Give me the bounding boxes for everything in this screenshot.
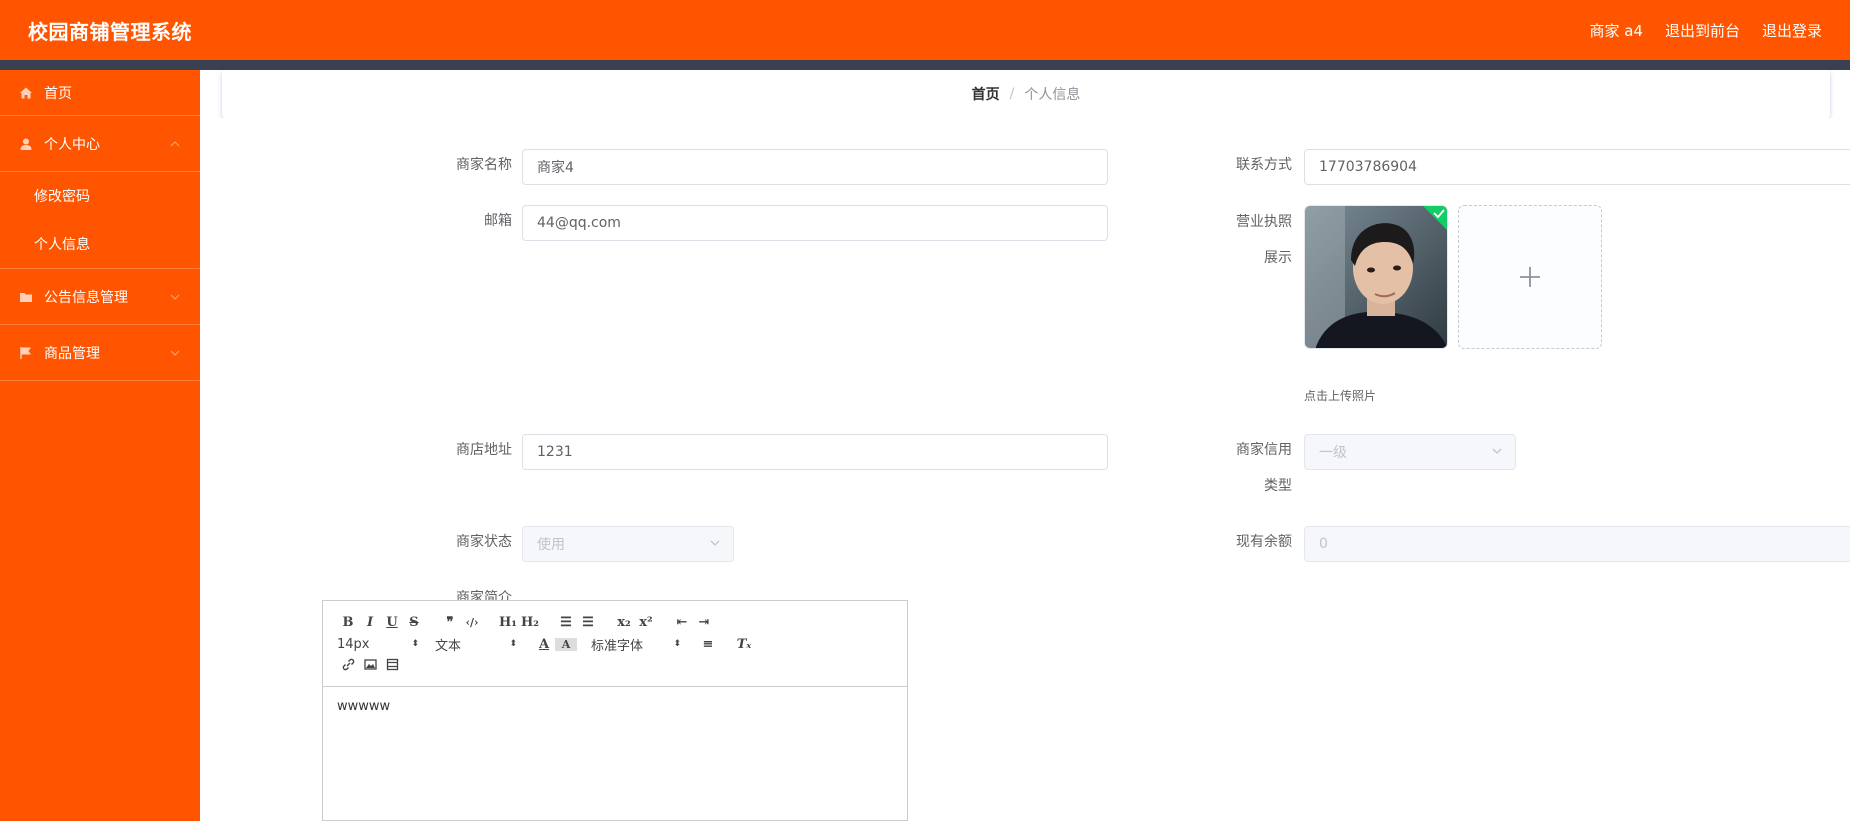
balance-value: 0 [1319,536,1328,552]
balance-input[interactable]: 0 [1304,526,1850,562]
contact-value: 17703786904 [1319,159,1417,175]
breadcrumb: 首页 / 个人信息 [222,70,1830,118]
clear-format-icon[interactable]: Tₓ [733,637,755,652]
address-value: 1231 [537,444,573,460]
back-to-front-link[interactable]: 退出到前台 [1665,20,1740,41]
indent-icon[interactable]: ⇥ [693,615,715,630]
code-icon[interactable]: ‹/› [461,616,483,629]
subscript-icon[interactable]: x₂ [613,615,635,630]
outdent-icon[interactable]: ⇤ [671,615,693,630]
bold-icon[interactable]: B [337,615,359,630]
shop-name-input[interactable]: 商家4 [522,149,1108,185]
credit-type-select[interactable]: 一级 [1304,434,1516,470]
ordered-list-icon[interactable]: ☰ [555,615,577,630]
sidebar-item-personal-center[interactable]: 个人中心 [0,116,200,172]
select-arrows-icon: ⬍ [509,639,517,649]
select-arrows-icon: ⬍ [411,639,419,649]
sidebar-item-goods[interactable]: 商品管理 [0,325,200,381]
sidebar-item-label: 个人信息 [34,237,90,253]
heading2-icon[interactable]: H₂ [519,615,541,630]
credit-type-value: 一级 [1319,445,1347,461]
paragraph-value: 文本 [435,638,462,654]
paragraph-select[interactable]: 文本 ⬍ [435,635,517,654]
sidebar-item-label: 修改密码 [34,189,90,205]
license-label: 营业执照 [1236,214,1292,230]
align-icon[interactable]: ≡ [697,637,719,652]
upload-tip: 点击上传照片 [1304,389,1377,403]
strikethrough-icon[interactable]: S [403,615,425,630]
balance-label: 现有余额 [1236,534,1292,550]
folder-icon [18,289,34,305]
sidebar: 首页 个人中心 修改密码 个人信息 公告信息管理 商品管理 [0,70,200,821]
home-icon [18,85,34,101]
user-name: 商家 a4 [1589,21,1643,40]
license-label-line2: 展示 [1264,250,1292,266]
logout-link[interactable]: 退出登录 [1762,20,1822,41]
chevron-down-icon [170,346,180,359]
top-header: 校园商铺管理系统 商家 a4 退出到前台 退出登录 [0,0,1850,60]
header-strip [0,60,1850,70]
contact-input[interactable]: 17703786904 [1304,149,1850,185]
breadcrumb-home[interactable]: 首页 [972,84,1000,104]
contact-label: 联系方式 [1236,157,1292,173]
sidebar-item-label: 公告信息管理 [44,289,128,306]
credit-label: 商家信用 [1236,442,1292,458]
sidebar-item-label: 首页 [44,85,72,102]
email-input[interactable]: 44@qq.com [522,205,1108,241]
sidebar-item-label: 商品管理 [44,345,100,362]
sidebar-item-announcement[interactable]: 公告信息管理 [0,269,200,325]
shop-name-label: 商家名称 [456,157,512,173]
font-family-value: 标准字体 [591,638,644,654]
portrait-image [1305,206,1447,348]
status-label: 商家状态 [456,534,512,550]
chevron-down-icon [170,290,180,303]
font-size-value: 14px [337,636,370,652]
sidebar-item-change-password[interactable]: 修改密码 [0,172,200,220]
sidebar-item-home[interactable]: 首页 [0,70,200,116]
rich-text-editor: B I U S ❞ ‹/› H₁ H₂ ☰ ☰ x₂ x² ⇤ ⇥ 14px ⬍ [322,600,908,821]
font-color-icon[interactable]: A [533,637,555,652]
address-label: 商店地址 [456,442,512,458]
background-color-icon[interactable]: A [555,637,577,651]
blockquote-icon[interactable]: ❞ [439,615,461,630]
user-icon [18,136,34,152]
breadcrumb-current: 个人信息 [1024,87,1081,103]
shop-name-value: 商家4 [537,160,574,176]
chevron-down-icon [710,540,720,546]
breadcrumb-separator: / [1009,86,1015,102]
heading1-icon[interactable]: H₁ [497,615,519,630]
sidebar-item-label: 个人中心 [44,136,100,153]
editor-toolbar: B I U S ❞ ‹/› H₁ H₂ ☰ ☰ x₂ x² ⇤ ⇥ 14px ⬍ [323,601,907,687]
status-value: 使用 [537,537,565,553]
chevron-down-icon [1492,448,1502,454]
status-select[interactable]: 使用 [522,526,734,562]
italic-icon[interactable]: I [359,615,381,630]
personal-center-submenu: 修改密码 个人信息 [0,172,200,269]
bullet-list-icon[interactable]: ☰ [577,615,599,630]
credit-label-line2: 类型 [1264,478,1292,494]
editor-content: wwwww [337,699,391,714]
editor-content-area[interactable]: wwwww [323,687,907,726]
header-nav: 商家 a4 退出到前台 退出登录 [1589,20,1822,41]
sidebar-item-personal-info[interactable]: 个人信息 [0,220,200,268]
email-label: 邮箱 [484,213,512,229]
image-icon[interactable] [359,658,381,675]
chevron-up-icon [170,137,180,150]
font-size-select[interactable]: 14px ⬍ [337,637,419,652]
select-arrows-icon: ⬍ [673,639,681,649]
underline-icon[interactable]: U [381,615,403,630]
video-icon[interactable] [381,658,403,675]
font-family-select[interactable]: 标准字体 ⬍ [591,635,681,654]
upload-button[interactable] [1458,205,1602,349]
superscript-icon[interactable]: x² [635,615,657,630]
address-input[interactable]: 1231 [522,434,1108,470]
license-photo[interactable] [1304,205,1448,349]
flag-icon [18,345,34,361]
link-icon[interactable] [337,658,359,675]
app-title: 校园商铺管理系统 [28,19,192,44]
email-value: 44@qq.com [537,215,621,231]
plus-icon [1520,267,1540,287]
